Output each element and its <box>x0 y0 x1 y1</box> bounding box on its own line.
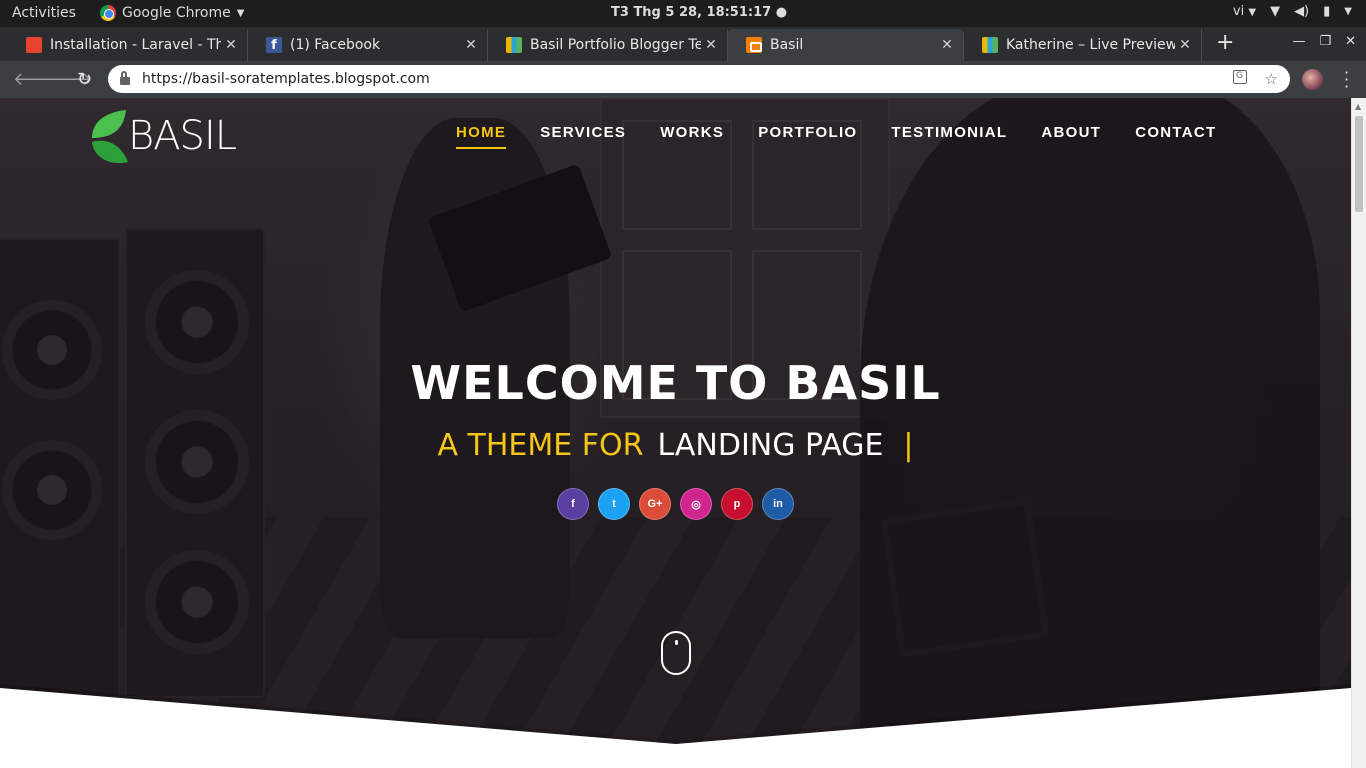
activities-button[interactable]: Activities <box>12 5 76 21</box>
hero-title: WELCOME TO BASIL <box>410 356 941 410</box>
nav-portfolio[interactable]: PORTFOLIO <box>758 124 857 149</box>
linkedin-icon[interactable]: in <box>762 488 794 520</box>
typing-cursor: | <box>903 428 914 463</box>
language-label: vi <box>1232 4 1245 19</box>
twitter-icon[interactable]: t <box>598 488 630 520</box>
tab-title: Basil Portfolio Blogger Te <box>530 37 701 53</box>
nav-testimonial[interactable]: TESTIMONIAL <box>891 124 1007 149</box>
nav-home[interactable]: HOME <box>456 124 507 149</box>
reload-button[interactable]: ↻ <box>77 69 92 90</box>
nav-about[interactable]: ABOUT <box>1041 124 1101 149</box>
scroll-up-arrow-icon[interactable]: ▲ <box>1355 102 1361 111</box>
mouse-wheel <box>675 640 678 645</box>
tv-decoration <box>880 498 1050 658</box>
facebook-icon[interactable]: f <box>557 488 589 520</box>
facebook-icon: f <box>266 37 282 53</box>
menu-icon[interactable]: · · · <box>1344 65 1350 95</box>
close-icon[interactable]: ✕ <box>1175 37 1195 53</box>
nav-contact[interactable]: CONTACT <box>1135 124 1216 149</box>
close-window-icon[interactable]: ✕ <box>1345 34 1356 49</box>
instagram-icon[interactable]: ◎ <box>680 488 712 520</box>
pinterest-icon[interactable]: p <box>721 488 753 520</box>
url-text[interactable]: https://basil-soratemplates.blogspot.com <box>142 71 430 87</box>
hero-subtitle-highlight: A THEME FOR <box>437 428 644 463</box>
chevron-down-icon: ▼ <box>236 7 245 19</box>
scroll-down-mouse-icon[interactable] <box>661 631 691 675</box>
app-menu[interactable]: Google Chrome ▼ <box>100 5 244 21</box>
logo-text: BASIL <box>128 113 237 159</box>
browser-toolbar: 🡐 🡒 ↻ https://basil-soratemplates.blogsp… <box>0 61 1366 98</box>
tab-title: Installation - Laravel - The <box>50 37 221 53</box>
window-controls: — ❐ ✕ <box>1292 34 1356 49</box>
soratemplates-icon <box>506 37 522 53</box>
chevron-down-icon: ▼ <box>1248 7 1257 18</box>
hero-subtitle: A THEME FOR LANDING PAGE | <box>0 428 1351 463</box>
hero-subtitle-typed: LANDING PAGE <box>657 428 884 463</box>
hero-bottom-divider <box>0 684 1351 768</box>
social-links: f t G+ ◎ p in <box>557 488 794 520</box>
leaf-icon <box>92 110 128 164</box>
clock-text: T3 Thg 5 28, 18:51:17 <box>611 5 772 20</box>
battery-icon: ▮ <box>1323 4 1331 19</box>
scrollbar-thumb[interactable] <box>1355 116 1363 212</box>
minimize-icon[interactable]: — <box>1292 34 1305 49</box>
nav-services[interactable]: SERVICES <box>540 124 626 149</box>
page-scrollbar[interactable]: ▲ <box>1351 98 1366 768</box>
volume-icon: ◀) <box>1294 4 1310 19</box>
nav-works[interactable]: WORKS <box>660 124 724 149</box>
chevron-down-icon: ▼ <box>1344 6 1352 17</box>
tab-katherine[interactable]: Katherine – Live Preview ✕ <box>964 29 1202 61</box>
tab-facebook[interactable]: f (1) Facebook ✕ <box>248 29 488 61</box>
language-indicator[interactable]: vi ▼ <box>1233 4 1256 19</box>
tab-title: (1) Facebook <box>290 37 381 53</box>
tab-title: Basil <box>770 37 804 53</box>
omnibox-actions: G ☆ <box>1232 70 1278 88</box>
page-viewport: BASIL HOME SERVICES WORKS PORTFOLIO TEST… <box>0 98 1351 768</box>
tab-laravel[interactable]: Installation - Laravel - The ✕ <box>8 29 248 61</box>
laravel-icon <box>26 37 42 53</box>
close-icon[interactable]: ✕ <box>221 37 241 53</box>
close-icon[interactable]: ✕ <box>701 37 721 53</box>
wifi-icon: ▼ <box>1270 4 1281 19</box>
foreground-figure-decoration <box>860 98 1320 748</box>
close-icon[interactable]: ✕ <box>461 37 481 53</box>
hero-section: BASIL HOME SERVICES WORKS PORTFOLIO TEST… <box>0 98 1351 748</box>
os-top-bar: Activities Google Chrome ▼ T3 Thg 5 28, … <box>0 0 1366 27</box>
chrome-icon <box>100 5 116 21</box>
maximize-icon[interactable]: ❐ <box>1319 34 1331 49</box>
lock-icon <box>120 71 130 85</box>
main-nav: HOME SERVICES WORKS PORTFOLIO TESTIMONIA… <box>456 124 1251 149</box>
bookmark-star-icon[interactable]: ☆ <box>1265 70 1278 88</box>
site-logo[interactable]: BASIL <box>90 108 237 164</box>
speaker-right-decoration <box>125 228 265 698</box>
tab-title: Katherine – Live Preview <box>1006 37 1175 53</box>
profile-avatar[interactable] <box>1302 69 1323 90</box>
tab-basil-portfolio[interactable]: Basil Portfolio Blogger Te ✕ <box>488 29 728 61</box>
translate-icon[interactable]: G <box>1232 70 1247 84</box>
app-name: Google Chrome <box>122 5 231 21</box>
speaker-left-decoration <box>0 238 120 698</box>
new-tab-button[interactable]: + <box>1216 30 1234 55</box>
tab-basil[interactable]: Basil ✕ <box>728 29 964 61</box>
clock[interactable]: T3 Thg 5 28, 18:51:17 ● <box>611 5 787 20</box>
tab-strip: Installation - Laravel - The ✕ f (1) Fac… <box>0 27 1366 61</box>
address-bar[interactable]: https://basil-soratemplates.blogspot.com… <box>108 65 1290 93</box>
blogger-icon <box>746 37 762 53</box>
system-tray[interactable]: vi ▼ ▼ ◀) ▮ ▼ <box>1233 4 1352 19</box>
close-icon[interactable]: ✕ <box>937 37 957 53</box>
laptop-decoration <box>427 163 613 313</box>
google-plus-icon[interactable]: G+ <box>639 488 671 520</box>
soratemplates-icon <box>982 37 998 53</box>
